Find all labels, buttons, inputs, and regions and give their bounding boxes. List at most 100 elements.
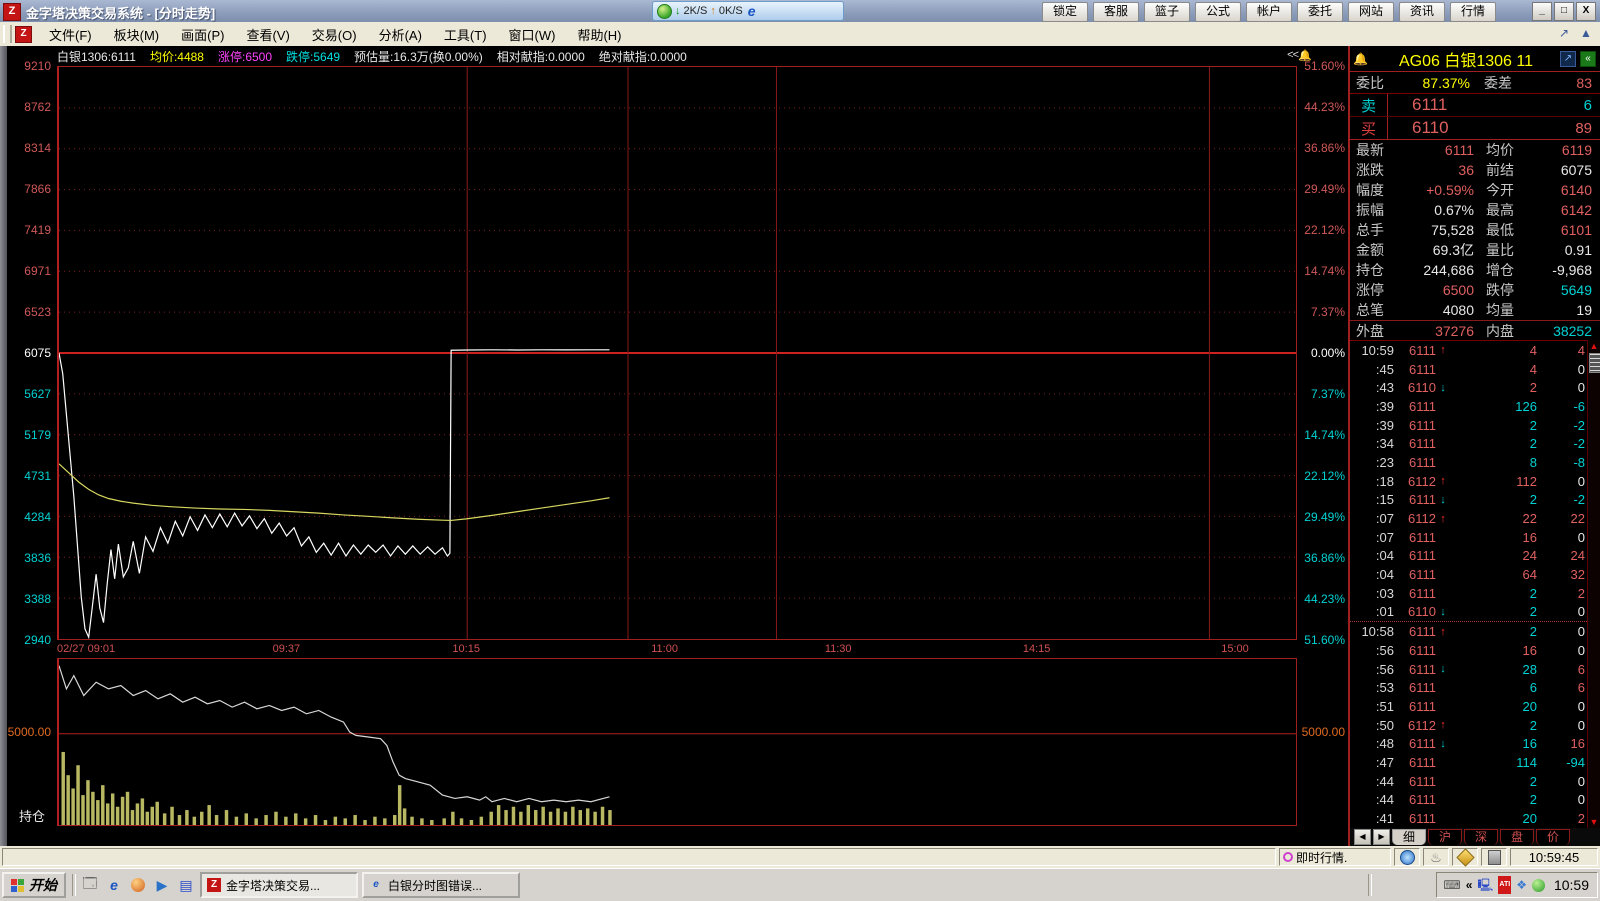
book-icon[interactable]: ▤: [176, 875, 196, 895]
menu-item-帮助[interactable]: 帮助(H): [566, 23, 632, 46]
tick-volume: 20: [1450, 699, 1537, 714]
restore-button[interactable]: □: [1554, 2, 1574, 21]
send-icon[interactable]: ↗: [1556, 25, 1572, 41]
panel-tab-沪[interactable]: 沪: [1428, 829, 1462, 845]
bid-row[interactable]: 买 6110 89: [1350, 117, 1600, 140]
tick-time: :53: [1350, 680, 1394, 695]
alert-box[interactable]: ♨: [1423, 848, 1449, 866]
price-tick-8314: 8314: [7, 142, 51, 154]
taskbar-task-browser[interactable]: e 白银分时图错误...: [362, 872, 520, 898]
menu-item-板块[interactable]: 板块(M): [103, 23, 171, 46]
tick-volume: 2: [1450, 792, 1537, 807]
toolbar-button-锁定[interactable]: 锁定: [1042, 2, 1088, 22]
quote-value: -9,968: [1530, 262, 1600, 278]
menu-item-文件[interactable]: 文件(F): [38, 23, 103, 46]
ask-row[interactable]: 卖 6111 6: [1350, 94, 1600, 117]
ati-icon[interactable]: ATI: [1498, 876, 1511, 894]
tick-row: :076112↑2222: [1350, 509, 1589, 528]
device-box[interactable]: [1481, 848, 1507, 866]
tick-delta: -2: [1537, 418, 1589, 433]
panel-tab-价[interactable]: 价: [1536, 829, 1570, 845]
keyboard-icon[interactable]: ⌨: [1443, 878, 1460, 892]
tick-row: 10:596111↑44: [1350, 341, 1589, 360]
menu-item-工具[interactable]: 工具(T): [433, 23, 498, 46]
funds-box[interactable]: [1452, 848, 1478, 866]
ask-price: 6111: [1412, 95, 1584, 115]
tab-scroll-right-icon[interactable]: ▶: [1373, 829, 1390, 845]
quote-row-涨停: 涨停6500跌停5649: [1350, 280, 1600, 300]
panel-tab-盘[interactable]: 盘: [1500, 829, 1534, 845]
tick-row: :436110↓20: [1350, 378, 1589, 397]
tray-chevron-icon[interactable]: «: [1466, 878, 1473, 892]
tick-scrollbar[interactable]: ▲ ▼: [1587, 340, 1600, 828]
quote-row-持仓: 持仓244,686增仓-9,968: [1350, 260, 1600, 280]
pyramid-app-icon: Z: [207, 878, 221, 892]
collapse-axis-button[interactable]: <<: [1287, 49, 1298, 61]
panel-toggle-icon[interactable]: ▲: [1578, 25, 1594, 41]
tick-price: 6111: [1394, 680, 1436, 695]
toolbar-button-委托[interactable]: 委托: [1297, 2, 1343, 22]
network-status-box[interactable]: [1394, 848, 1420, 866]
scroll-thumb[interactable]: [1589, 353, 1600, 373]
tab-scroll-left-icon[interactable]: ◀: [1354, 829, 1371, 845]
panel-tab-深[interactable]: 深: [1464, 829, 1498, 845]
toolbar-button-公式[interactable]: 公式: [1195, 2, 1241, 22]
window-controls: _□X: [1532, 2, 1596, 21]
taskbar-task-pyramid[interactable]: Z 金字塔决策交易...: [200, 872, 358, 898]
down-arrow-icon: ↓: [1436, 663, 1450, 675]
tick-volume: 8: [1450, 455, 1537, 470]
flag-icon[interactable]: ↗: [1560, 51, 1576, 67]
tick-time: :34: [1350, 436, 1394, 451]
quote-value: +0.59%: [1400, 182, 1474, 198]
tick-delta: 0: [1537, 624, 1589, 639]
toolbar-button-行情[interactable]: 行情: [1450, 2, 1496, 22]
tick-time: :45: [1350, 362, 1394, 377]
chart-region: 白银1306:6111均价:4488涨停:6500跌停:5649预估量:16.3…: [7, 46, 1348, 846]
toolbar-button-网站[interactable]: 网站: [1348, 2, 1394, 22]
tick-delta: 6: [1537, 680, 1589, 695]
start-button[interactable]: 开始: [2, 872, 66, 898]
tick-delta: -94: [1537, 755, 1589, 770]
scroll-up-icon[interactable]: ▲: [1588, 340, 1600, 352]
price-tick-6523: 6523: [7, 306, 51, 318]
volume-holdings-chart[interactable]: [57, 658, 1297, 826]
network-computer-icon[interactable]: 🖳: [1477, 878, 1493, 892]
player-icon[interactable]: ▶: [152, 875, 172, 895]
antivirus-icon[interactable]: [1532, 879, 1545, 892]
minimize-button[interactable]: _: [1532, 2, 1552, 21]
scroll-down-icon[interactable]: ▼: [1588, 816, 1600, 828]
toolbar-button-帐户[interactable]: 帐户: [1246, 2, 1292, 22]
tick-price: 6111: [1394, 548, 1436, 563]
titlebar-toolbar: 锁定客服篮子公式帐户委托网站资讯行情: [1042, 2, 1496, 22]
toolbar-button-客服[interactable]: 客服: [1093, 2, 1139, 22]
menu-item-分析[interactable]: 分析(A): [368, 23, 433, 46]
messenger-icon[interactable]: ❖: [1516, 878, 1527, 892]
tick-row: :016110↓20: [1350, 603, 1589, 622]
show-desktop-icon[interactable]: 🗔: [80, 875, 100, 895]
status-main-field: [2, 848, 1276, 866]
tick-price: 6111: [1394, 362, 1436, 377]
toolbar-button-篮子[interactable]: 篮子: [1144, 2, 1190, 22]
menu-item-窗口[interactable]: 窗口(W): [498, 23, 567, 46]
intraday-price-chart[interactable]: [57, 66, 1297, 640]
menu-item-交易[interactable]: 交易(O): [301, 23, 368, 46]
price-tick-6971: 6971: [7, 265, 51, 277]
quote-panel: 🔔 AG06 白银1306 11 ↗ « 委比 87.37% 委差 83 卖 6…: [1348, 46, 1600, 846]
tick-row: :2361118-8: [1350, 453, 1589, 472]
toolbar-button-资讯[interactable]: 资讯: [1399, 2, 1445, 22]
bell-icon: ♨: [1430, 851, 1442, 864]
quote-label: 幅度: [1350, 180, 1400, 200]
tick-price: 6111: [1394, 586, 1436, 601]
ie-icon[interactable]: e: [104, 875, 124, 895]
down-arrow-icon: ↓: [1436, 738, 1450, 750]
close-button[interactable]: X: [1576, 2, 1596, 21]
menu-item-查看[interactable]: 查看(V): [235, 23, 300, 46]
tick-time: :50: [1350, 718, 1394, 733]
menu-item-画面[interactable]: 画面(P): [170, 23, 235, 46]
down-arrow-icon: ↓: [1436, 606, 1450, 618]
panel-tab-细[interactable]: 细: [1392, 829, 1426, 845]
expand-icon[interactable]: «: [1580, 51, 1596, 67]
browser-icon[interactable]: e: [748, 3, 756, 19]
weicha-label: 委差: [1470, 73, 1528, 93]
media-player-icon[interactable]: [128, 875, 148, 895]
